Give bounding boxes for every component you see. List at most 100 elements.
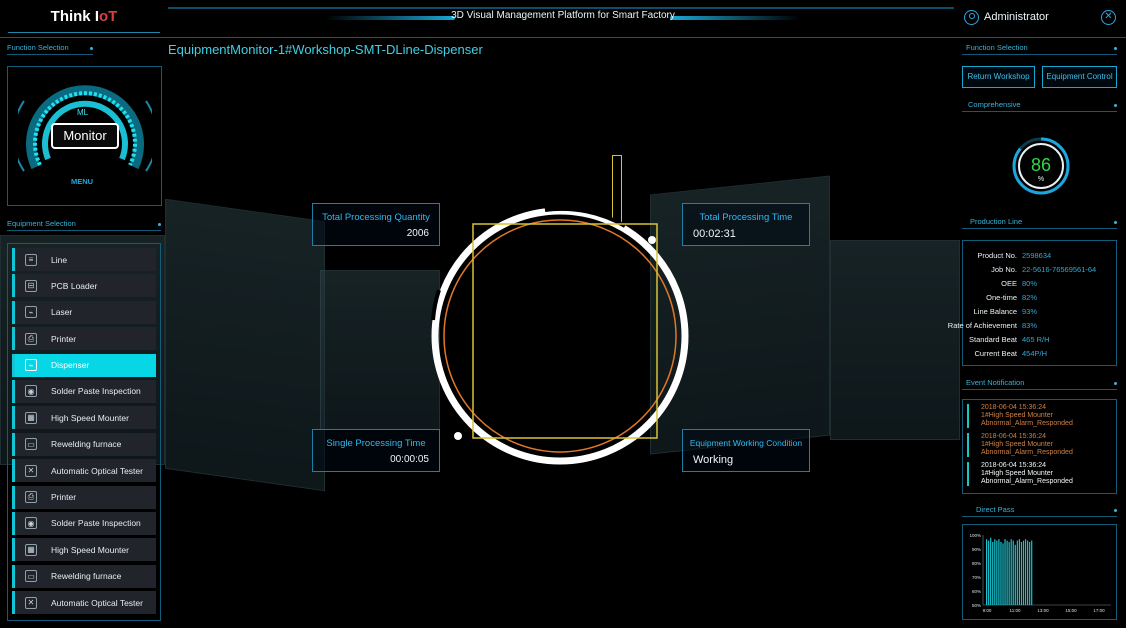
equipment-item[interactable]: ◉ Solder Paste Inspection xyxy=(12,379,156,403)
laser-icon: ⌁ xyxy=(25,306,37,319)
production-key: Line Balance xyxy=(973,307,1017,316)
equipment-item[interactable]: ▭ Rewelding furnace xyxy=(12,432,156,456)
pass-bar xyxy=(1008,542,1010,605)
y-tick-label: 60% xyxy=(972,589,981,594)
pass-bar xyxy=(1002,543,1004,605)
production-key: Rate of Achievement xyxy=(947,321,1017,330)
equipment-item-label: PCB Loader xyxy=(51,280,98,291)
event-device: 1#High Speed Mounter xyxy=(981,441,1053,448)
equipment-item-label: Dispenser xyxy=(51,360,90,371)
x-tick-label: 11:00 xyxy=(1010,608,1021,613)
event-device: 1#High Speed Mounter xyxy=(981,470,1053,477)
production-row: Current Beat 454P/H xyxy=(963,349,1118,363)
event-time: 2018-06-04 15:36:24 xyxy=(981,462,1046,469)
equipment-item[interactable]: ⎙ Printer xyxy=(12,327,156,351)
equipment-item[interactable]: ✕ Automatic Optical Tester xyxy=(12,459,156,483)
section-function-selection: Function Selection xyxy=(7,43,93,55)
inspection-icon: ◉ xyxy=(25,517,37,530)
pass-bar xyxy=(1024,539,1027,605)
total-time-title: Total Processing Time xyxy=(699,212,793,223)
equipment-control-button[interactable]: Equipment Control xyxy=(1042,66,1117,88)
platform-title: 3D Visual Management Platform for Smart … xyxy=(451,10,675,21)
total-processing-quantity-card: Total Processing Quantity 2006 xyxy=(312,203,440,246)
pass-bar xyxy=(992,542,994,605)
equipment-list: ≡ Line ⊟ PCB Loader ⌁ Laser ⎙ Printer ⌁ Dispenser… xyxy=(7,243,161,621)
total-qty-title: Total Processing Quantity xyxy=(322,212,430,223)
equipment-item[interactable]: ▦ High Speed Mounter xyxy=(12,406,156,430)
equipment-item[interactable]: ⊟ PCB Loader xyxy=(12,274,156,298)
production-value: 93% xyxy=(1022,307,1038,316)
pass-bar xyxy=(1000,542,1002,605)
y-tick-label: 100% xyxy=(969,533,981,538)
production-value: 465 R/H xyxy=(1022,335,1050,344)
pass-bar xyxy=(1006,540,1008,605)
direct-pass-panel: 100% 90% 80% 70% 60% 50% 9:00 11:00 13:00 15:00 17… xyxy=(962,524,1117,620)
gauge-value: 86 xyxy=(1031,155,1051,175)
pass-bar xyxy=(1012,540,1014,605)
equipment-item[interactable]: ▭ Rewelding furnace xyxy=(12,564,156,588)
return-workshop-button[interactable]: Return Workshop xyxy=(962,66,1035,88)
pass-bar xyxy=(1016,540,1018,605)
equipment-item-label: Automatic Optical Tester xyxy=(51,597,143,608)
optical-tester-icon: ✕ xyxy=(25,596,37,609)
production-key: OEE xyxy=(1001,279,1017,288)
equipment-item[interactable]: ⌁ Laser xyxy=(12,300,156,324)
monitor-button[interactable]: Monitor xyxy=(51,123,119,149)
pass-bar xyxy=(1022,540,1025,605)
event-item[interactable]: 2018-06-04 15:36:24 1#High Speed Mounter A… xyxy=(967,404,1115,428)
production-row: Rate of Achievement 83% xyxy=(948,321,1118,335)
condition-value: Working xyxy=(693,454,734,466)
production-row: Standard Beat 465 R/H xyxy=(963,335,1118,349)
pass-bar xyxy=(1018,539,1020,605)
single-processing-time-card: Single Processing Time 00:00:05 xyxy=(312,429,440,472)
equipment-focus-ring xyxy=(431,206,689,465)
section-production-line: Production Line xyxy=(962,217,1117,229)
working-condition-card: Equipment Working Condition Working xyxy=(682,429,810,472)
mounter-icon: ▦ xyxy=(25,543,37,556)
production-value: 454P/H xyxy=(1022,349,1048,358)
comprehensive-gauge: 86 % xyxy=(1012,137,1070,195)
close-icon[interactable]: ✕ xyxy=(1101,10,1116,25)
production-key: Job No. xyxy=(991,265,1017,274)
equipment-item[interactable]: ◉ Solder Paste Inspection xyxy=(12,511,156,535)
equipment-item[interactable]: ✕ Automatic Optical Tester xyxy=(12,591,156,615)
equipment-item[interactable]: ≡ Line xyxy=(12,248,156,271)
equipment-item[interactable]: ⎙ Printer xyxy=(12,485,156,509)
condition-title: Equipment Working Condition xyxy=(689,438,803,448)
pass-bar xyxy=(996,540,998,605)
equipment-item-label: Rewelding furnace xyxy=(51,571,122,582)
furnace-icon: ▭ xyxy=(25,570,37,583)
event-item[interactable]: 2018-06-04 15:36:24 1#High Speed Mounter A… xyxy=(967,462,1115,486)
event-item[interactable]: 2018-06-04 15:36:24 1#High Speed Mounter A… xyxy=(967,433,1115,457)
section-direct-pass: Direct Pass xyxy=(962,505,1117,517)
y-tick-label: 90% xyxy=(972,547,981,552)
total-processing-time-card: Total Processing Time 00:02:31 xyxy=(682,203,810,246)
production-key: Product No. xyxy=(977,251,1017,260)
production-key: Current Beat xyxy=(974,349,1017,358)
production-value: 80% xyxy=(1022,279,1038,288)
top-divider xyxy=(168,7,954,9)
equipment-item-label: High Speed Mounter xyxy=(51,412,129,423)
pcb-loader-icon: ⊟ xyxy=(25,279,37,292)
equipment-item[interactable]: ⌁ Dispenser xyxy=(12,353,156,377)
chart-axes xyxy=(982,535,1111,606)
production-line-panel: Product No. 2598634 Job No. 22-5616-7656956… xyxy=(948,240,1118,366)
total-time-value: 00:02:31 xyxy=(693,228,736,240)
equipment-item-label: Printer xyxy=(51,333,77,344)
event-device: 1#High Speed Mounter xyxy=(981,412,1053,419)
y-tick-label: 50% xyxy=(972,603,981,608)
pass-bar xyxy=(1031,540,1033,605)
production-key: Standard Beat xyxy=(969,335,1017,344)
production-key: One-time xyxy=(986,293,1017,302)
furnace-icon: ▭ xyxy=(25,438,37,451)
user-name: Administrator xyxy=(984,11,1049,23)
total-qty-value: 2006 xyxy=(406,228,429,239)
section-comprehensive: Comprehensive xyxy=(962,100,1117,112)
production-value: 22-5616-76569561-64 xyxy=(1022,265,1097,274)
production-row: Product No. 2598634 xyxy=(963,251,1118,265)
user-menu[interactable]: Administrator ✕ xyxy=(962,8,1118,30)
equipment-item-label: Line xyxy=(51,254,68,265)
equipment-item[interactable]: ▦ High Speed Mounter xyxy=(12,538,156,562)
user-icon xyxy=(964,10,979,25)
menu-panel: ML Monitor MENU xyxy=(7,66,162,206)
